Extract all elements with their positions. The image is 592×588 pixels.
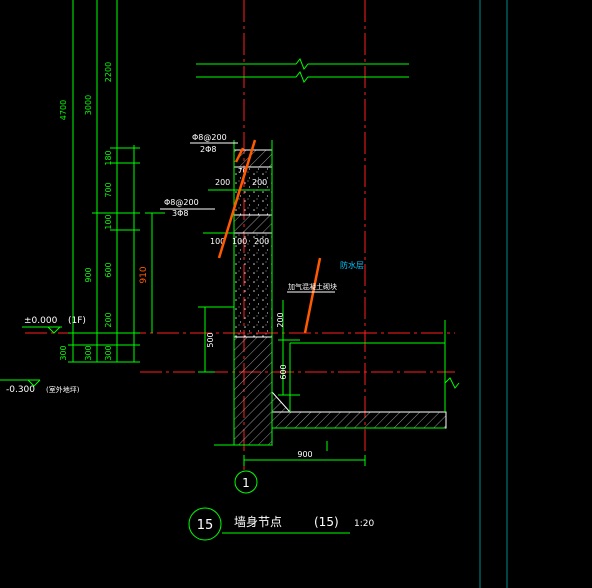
dim-600: 600 <box>104 262 113 277</box>
foundation-footing <box>271 411 447 429</box>
dim-w200-a: 200 <box>215 178 230 187</box>
break-lines-top <box>196 58 409 83</box>
dim-900: 900 <box>84 267 93 282</box>
wall-block-lower <box>233 232 273 338</box>
rebar-top-bars: 2Φ8 <box>200 145 216 154</box>
dim-wall-600: 600 <box>279 364 288 379</box>
dim-w100-b: 100 <box>232 237 247 246</box>
dim-300-b: 300 <box>84 345 93 360</box>
dim-upper: 3000 <box>84 95 93 115</box>
dim-180: 180 <box>104 150 113 165</box>
level-ground-label: -0.300 <box>6 385 35 395</box>
wall-section <box>233 149 447 446</box>
axis-bubble-label: 1 <box>242 476 250 490</box>
dim-w200-c: 200 <box>254 237 269 246</box>
level-floor-label: (1F) <box>68 316 86 326</box>
dim-w200-b: 200 <box>252 178 267 187</box>
rebar-mid-bars: 3Φ8 <box>172 209 188 218</box>
foundation-wall <box>233 336 273 446</box>
cad-drawing-canvas: 4700 3000 2200 180 700 100 600 900 200 3… <box>0 0 508 588</box>
dim-300-c: 300 <box>104 345 113 360</box>
dim-300-a: 300 <box>59 345 68 360</box>
cyan-note: 防水层 <box>340 260 364 270</box>
infill-label: 加气混凝土砌块 <box>288 282 337 291</box>
title-ref: (15) <box>314 515 339 529</box>
dim-base-900: 900 <box>297 450 312 459</box>
rebar-mid-spec: Φ8@200 <box>164 198 199 207</box>
title-text: 墙身节点 <box>234 514 282 529</box>
wall-beam-mid <box>233 214 273 234</box>
dim-wall-200: 200 <box>276 312 285 327</box>
title-number: 15 <box>197 518 214 533</box>
dim-total: 4700 <box>59 100 68 120</box>
title-scale: 1:20 <box>354 519 374 529</box>
level-ground-note: (室外地坪) <box>46 385 80 394</box>
level-zero-label: ±0.000 <box>24 316 58 326</box>
rebar-top-spec: Φ8@200 <box>192 133 227 142</box>
dim-100: 100 <box>104 214 113 229</box>
dim-700: 700 <box>104 182 113 197</box>
dim-500: 500 <box>206 332 215 347</box>
dim-top: 2200 <box>104 62 113 82</box>
level-marker-zero <box>22 326 62 334</box>
dim-910: 910 <box>139 266 149 283</box>
dim-200: 200 <box>104 312 113 327</box>
